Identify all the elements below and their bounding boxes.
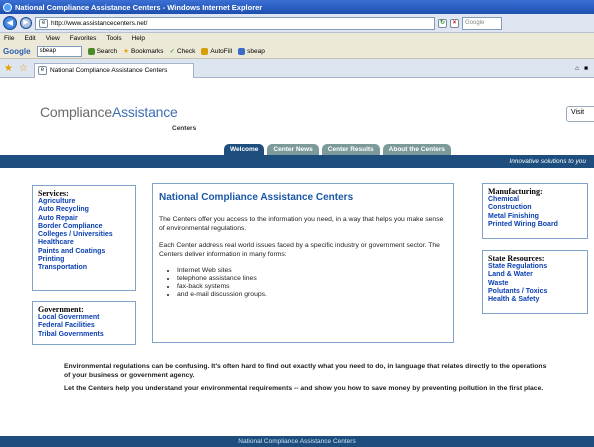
page-icon: e [39, 18, 48, 28]
services-link[interactable]: Paints and Coatings [38, 248, 130, 256]
autofill-button[interactable]: AutoFill [201, 47, 232, 55]
menu-tools[interactable]: Tools [106, 35, 121, 42]
tagline: Innovative solutions to you [509, 158, 586, 165]
add-favorites-icon[interactable]: ☆ [19, 63, 28, 74]
state-resources-link[interactable]: Waste [488, 280, 582, 288]
tab-tools: ⌂ ■ [575, 65, 594, 72]
services-link[interactable]: Colleges / Universities [38, 231, 130, 239]
list-item: and e-mail discussion groups. [177, 291, 447, 299]
header-band [0, 155, 594, 168]
services-link[interactable]: Healthcare [38, 239, 130, 247]
centers-paragraph: Each Center address real world issues fa… [159, 242, 440, 258]
list-item: Internet Web sites [177, 267, 447, 275]
stop-icon[interactable]: × [450, 18, 459, 28]
site-nav: Welcome Center News Center Results About… [224, 144, 452, 155]
bottom-paragraph-2: Let the Centers help you understand your… [64, 385, 544, 392]
tab-welcome[interactable]: Welcome [224, 144, 265, 155]
government-link[interactable]: Federal Facilities [38, 322, 130, 330]
services-link[interactable]: Agriculture [38, 198, 130, 206]
menu-help[interactable]: Help [132, 35, 145, 42]
address-bar: ◀ ▶ e http://www.assistancecenters.net/ … [0, 14, 594, 33]
manufacturing-heading: Manufacturing: [488, 187, 543, 196]
services-link[interactable]: Auto Repair [38, 215, 130, 223]
window-title: National Compliance Assistance Centers -… [15, 2, 263, 12]
bookmarks-button[interactable]: ★ Bookmarks [123, 47, 163, 56]
google-logo: Google [3, 46, 31, 56]
window-titlebar: National Compliance Assistance Centers -… [0, 0, 594, 14]
bottom-paragraph-1: Environmental regulations can be confusi… [64, 363, 547, 379]
government-link[interactable]: Tribal Governments [38, 331, 130, 339]
forward-button[interactable]: ▶ [20, 17, 32, 29]
google-toolbar: Google sbeap Search ★ Bookmarks ✓ Check Au… [0, 44, 594, 59]
services-link[interactable]: Transportation [38, 264, 130, 272]
tab-center-results[interactable]: Center Results [321, 144, 380, 155]
manufacturing-box: Manufacturing: Chemical Construction Met… [482, 183, 588, 239]
tab-active[interactable]: e National Compliance Assistance Centers [33, 62, 194, 78]
highlight-icon [238, 47, 246, 55]
autofill-icon [201, 47, 209, 55]
state-resources-link[interactable]: Health & Safety [488, 296, 582, 304]
home-icon[interactable]: ⌂ [575, 65, 579, 72]
page-title: National Compliance Assistance Centers [159, 192, 354, 203]
feeds-icon[interactable]: ■ [584, 65, 588, 72]
manufacturing-link[interactable]: Construction [488, 204, 582, 212]
services-link[interactable]: Printing [38, 256, 130, 264]
search-input[interactable]: Google [462, 16, 502, 30]
services-link[interactable]: Border Compliance [38, 223, 130, 231]
visit-button[interactable]: Visit [566, 106, 594, 122]
state-resources-box: State Resources: State Regulations Land … [482, 250, 588, 314]
manufacturing-link[interactable]: Chemical [488, 196, 582, 204]
menu-view[interactable]: View [46, 35, 60, 42]
tab-bar: ★ ☆ e National Compliance Assistance Cen… [0, 59, 594, 78]
sbeap-highlight-button[interactable]: sbeap [238, 47, 265, 55]
check-icon: ✓ [169, 48, 175, 55]
tab-page-icon: e [37, 66, 47, 75]
google-search-input[interactable]: sbeap [36, 45, 82, 57]
manufacturing-link[interactable]: Metal Finishing [488, 213, 582, 221]
menu-edit[interactable]: Edit [24, 35, 35, 42]
tab-center-news[interactable]: Center News [267, 144, 319, 155]
state-resources-link[interactable]: Land & Water [488, 271, 582, 279]
services-link[interactable]: Auto Recycling [38, 206, 130, 214]
welcome-panel: National Compliance Assistance Centers T… [152, 183, 454, 343]
check-button[interactable]: ✓ Check [169, 47, 196, 56]
url-input[interactable]: e http://www.assistancecenters.net/ [35, 16, 435, 30]
government-heading: Government: [38, 305, 84, 314]
government-link[interactable]: Local Government [38, 314, 130, 322]
menu-file[interactable]: File [4, 35, 14, 42]
star-icon: ★ [123, 48, 129, 55]
menu-bar: File Edit View Favorites Tools Help [0, 33, 594, 44]
footer-bar: National Compliance Assistance Centers [0, 436, 594, 447]
list-item: fax-back systems [177, 283, 447, 291]
tab-title: National Compliance Assistance Centers [49, 67, 168, 74]
intro-paragraph: The Centers offer you access to the info… [159, 216, 444, 232]
state-resources-heading: State Resources: [488, 254, 545, 263]
services-box: Services: Agriculture Auto Recycling Aut… [32, 185, 136, 291]
google-search-button[interactable]: Search [87, 47, 117, 55]
delivery-list: Internet Web sites telephone assistance … [159, 267, 447, 299]
refresh-icon[interactable]: ↻ [438, 18, 447, 28]
back-button[interactable]: ◀ [3, 16, 17, 30]
search-icon [87, 47, 95, 55]
favorites-star-icon[interactable]: ★ [4, 63, 13, 74]
ie-icon [3, 2, 12, 12]
state-resources-link[interactable]: State Regulations [488, 263, 582, 271]
government-box: Government: Local Government Federal Fac… [32, 301, 136, 345]
services-heading: Services: [38, 189, 69, 198]
manufacturing-link[interactable]: Printed Wiring Board [488, 221, 582, 229]
menu-favorites[interactable]: Favorites [70, 35, 97, 42]
url-text: http://www.assistancecenters.net/ [51, 19, 148, 27]
tab-about[interactable]: About the Centers [382, 144, 452, 155]
logo-subtitle: Centers [172, 125, 197, 132]
state-resources-link[interactable]: Polutants / Toxics [488, 288, 582, 296]
site-logo[interactable]: ComplianceAssistance [40, 104, 178, 120]
list-item: telephone assistance lines [177, 275, 447, 283]
